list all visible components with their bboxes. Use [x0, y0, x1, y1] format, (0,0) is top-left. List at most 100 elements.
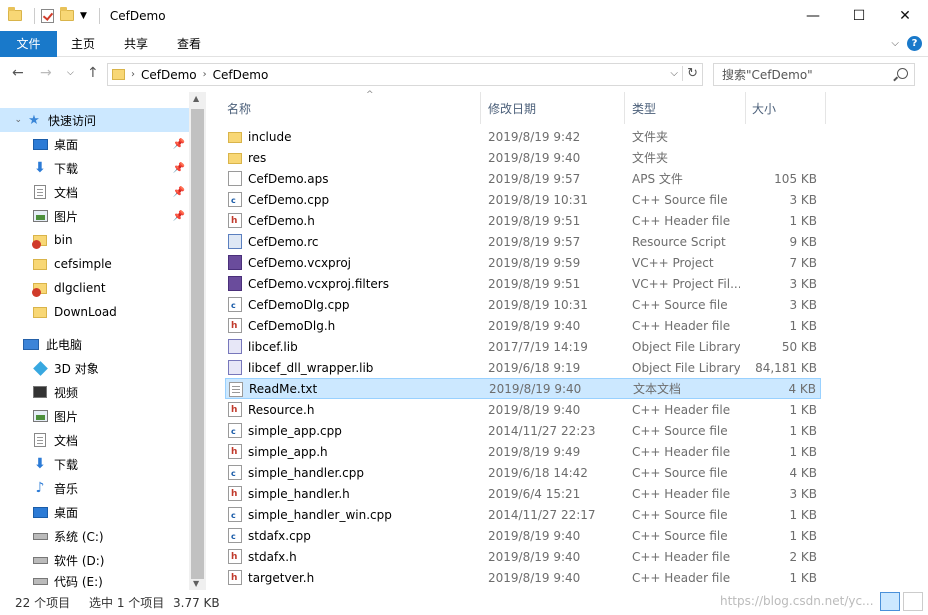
tab-file[interactable]: 文件 [0, 31, 57, 57]
details-view-icon[interactable] [880, 592, 900, 611]
table-row[interactable]: CefDemo.cpp 2019/8/19 10:31 C++ Source fil… [225, 189, 821, 210]
chevron-right-icon[interactable]: › [203, 69, 207, 80]
sidebar-item-dlgclient[interactable]: dlgclient [0, 276, 189, 300]
column-header-name[interactable]: 名称 ^ [227, 90, 374, 124]
chevron-down-icon[interactable]: ⌄ [0, 115, 26, 125]
lib-file-icon [228, 360, 242, 375]
sidebar-item-pictures-pc[interactable]: 图片 [0, 404, 189, 428]
scrollbar-thumb[interactable] [191, 109, 204, 579]
sidebar-item-drive-c[interactable]: 系统 (C:) [0, 524, 189, 548]
tab-home[interactable]: 主页 [57, 31, 109, 57]
drive-icon [32, 577, 48, 585]
sidebar-item-videos[interactable]: 视频 [0, 380, 189, 404]
scroll-up-icon[interactable]: ▲ [193, 94, 199, 103]
file-type: C++ Header file [632, 570, 731, 585]
table-row[interactable]: targetver.h 2019/8/19 9:40 C++ Header file… [225, 567, 821, 588]
tab-share[interactable]: 共享 [109, 31, 163, 57]
file-type: APS 文件 [632, 172, 683, 186]
back-arrow-icon[interactable]: ← [12, 65, 24, 81]
column-header-type[interactable]: 类型 [632, 92, 656, 124]
chevron-right-icon[interactable]: › [131, 69, 135, 80]
drive-icon [32, 556, 48, 564]
table-row[interactable]: CefDemo.rc 2019/8/19 9:57 Resource Script 9… [225, 231, 821, 252]
table-row[interactable]: simple_app.cpp 2014/11/27 22:23 C++ Source… [225, 420, 821, 441]
sidebar-item-cefsimple[interactable]: cefsimple [0, 252, 189, 276]
table-row[interactable]: CefDemo.vcxproj.filters 2019/8/19 9:51 VC+… [225, 273, 821, 294]
table-row[interactable]: CefDemoDlg.cpp 2019/8/19 10:31 C++ Source … [225, 294, 821, 315]
recent-locations-icon[interactable]: ⌵ [67, 68, 74, 78]
table-row[interactable]: stdafx.cpp 2019/8/19 9:40 C++ Source file 1… [225, 525, 821, 546]
table-row[interactable]: include 2019/8/19 9:42 文件夹 [225, 126, 821, 147]
file-type: C++ Source file [632, 297, 728, 312]
column-header-date[interactable]: 修改日期 [488, 92, 536, 124]
close-button[interactable]: ✕ [882, 0, 928, 31]
breadcrumb-item[interactable]: CefDemo [213, 68, 269, 82]
file-name: CefDemo.vcxproj [248, 255, 352, 270]
table-row[interactable]: res 2019/8/19 9:40 文件夹 [225, 147, 821, 168]
help-icon[interactable]: ? [907, 36, 922, 51]
sidebar-item-3d-objects[interactable]: 3D 对象 [0, 356, 189, 380]
sidebar-item-pictures[interactable]: 图片 📌 [0, 204, 189, 228]
sidebar-item-this-pc[interactable]: 此电脑 [0, 332, 189, 356]
file-name: include [248, 129, 292, 144]
up-arrow-icon[interactable]: ↑ [87, 65, 99, 81]
sidebar-item-bin[interactable]: bin [0, 228, 189, 252]
file-name: targetver.h [248, 570, 315, 585]
table-row[interactable]: CefDemo.aps 2019/8/19 9:57 APS 文件 105 KB [225, 168, 821, 189]
column-divider[interactable] [480, 92, 481, 124]
sidebar-item-documents-pc[interactable]: 文档 [0, 428, 189, 452]
sidebar-item-downloads[interactable]: ⬇ 下载 📌 [0, 156, 189, 180]
refresh-icon[interactable]: ↻ [682, 66, 698, 81]
address-dropdown-icon[interactable]: ⌵ [670, 68, 678, 79]
file-date: 2019/8/19 9:57 [488, 234, 581, 249]
address-field[interactable]: › CefDemo › CefDemo ⌵ ↻ [107, 63, 703, 86]
expand-ribbon-icon[interactable]: ⌵ [891, 38, 899, 49]
scroll-down-icon[interactable]: ▼ [193, 579, 199, 588]
sidebar-item-desktop-pc[interactable]: 桌面 [0, 500, 189, 524]
new-folder-icon[interactable] [60, 7, 74, 21]
tab-view[interactable]: 查看 [163, 31, 215, 57]
file-date: 2019/8/19 9:40 [488, 549, 581, 564]
sidebar-item-drive-d[interactable]: 软件 (D:) [0, 548, 189, 572]
file-size: 2 KB [789, 549, 817, 564]
sidebar-item-download-folder[interactable]: DownLoad [0, 300, 189, 324]
breadcrumb-item[interactable]: CefDemo [141, 68, 197, 82]
sidebar-item-label: 图片 [54, 209, 79, 224]
large-icons-view-icon[interactable] [903, 592, 923, 611]
sidebar-item-downloads-pc[interactable]: ⬇ 下载 [0, 452, 189, 476]
maximize-button[interactable]: ☐ [836, 0, 882, 31]
sidebar-item-drive-e[interactable]: 代码 (E:) [0, 572, 189, 590]
column-divider[interactable] [624, 92, 625, 124]
file-date: 2019/8/19 10:31 [488, 192, 588, 207]
sidebar-item-label: 音乐 [54, 481, 79, 496]
table-row[interactable]: CefDemoDlg.h 2019/8/19 9:40 C++ Header fil… [225, 315, 821, 336]
table-row[interactable]: stdafx.h 2019/8/19 9:40 C++ Header file 2 K… [225, 546, 821, 567]
column-header-size[interactable]: 大小 [752, 92, 776, 124]
table-row[interactable]: libcef_dll_wrapper.lib 2019/6/18 9:19 Obje… [225, 357, 821, 378]
sidebar-item-label: 桌面 [54, 505, 79, 520]
column-divider[interactable] [745, 92, 746, 124]
search-input[interactable]: 搜索"CefDemo" [713, 63, 915, 86]
table-row[interactable]: simple_app.h 2019/8/19 9:49 C++ Header fil… [225, 441, 821, 462]
table-row[interactable]: simple_handler.h 2019/6/4 15:21 C++ Header… [225, 483, 821, 504]
column-divider[interactable] [825, 92, 826, 124]
minimize-button[interactable]: — [790, 0, 836, 31]
download-icon: ⬇ [34, 160, 46, 176]
table-row[interactable]: ReadMe.txt 2019/8/19 9:40 文本文档 4 KB [225, 378, 821, 399]
properties-icon[interactable] [41, 8, 54, 23]
table-row[interactable]: simple_handler.cpp 2019/6/18 14:42 C++ Sou… [225, 462, 821, 483]
table-row[interactable]: CefDemo.h 2019/8/19 9:51 C++ Header file 1 … [225, 210, 821, 231]
table-row[interactable]: simple_handler_win.cpp 2014/11/27 22:17 C+… [225, 504, 821, 525]
table-row[interactable]: CefDemo.vcxproj 2019/8/19 9:59 VC++ Projec… [225, 252, 821, 273]
sidebar-item-documents[interactable]: 文档 📌 [0, 180, 189, 204]
table-row[interactable]: libcef.lib 2017/7/19 14:19 Object File Lib… [225, 336, 821, 357]
sidebar-item-quick-access[interactable]: ⌄ ★ 快速访问 [0, 108, 189, 132]
forward-arrow-icon[interactable]: → [40, 65, 52, 81]
sidebar-item-music[interactable]: ♪ 音乐 [0, 476, 189, 500]
chevron-down-icon[interactable]: ▼ [80, 11, 87, 21]
folder-icon[interactable] [8, 7, 22, 21]
sidebar-scrollbar[interactable]: ▲ ▼ [189, 92, 206, 590]
table-row[interactable]: Resource.h 2019/8/19 9:40 C++ Header file 1… [225, 399, 821, 420]
sidebar-item-desktop[interactable]: 桌面 📌 [0, 132, 189, 156]
search-icon[interactable] [897, 68, 908, 79]
